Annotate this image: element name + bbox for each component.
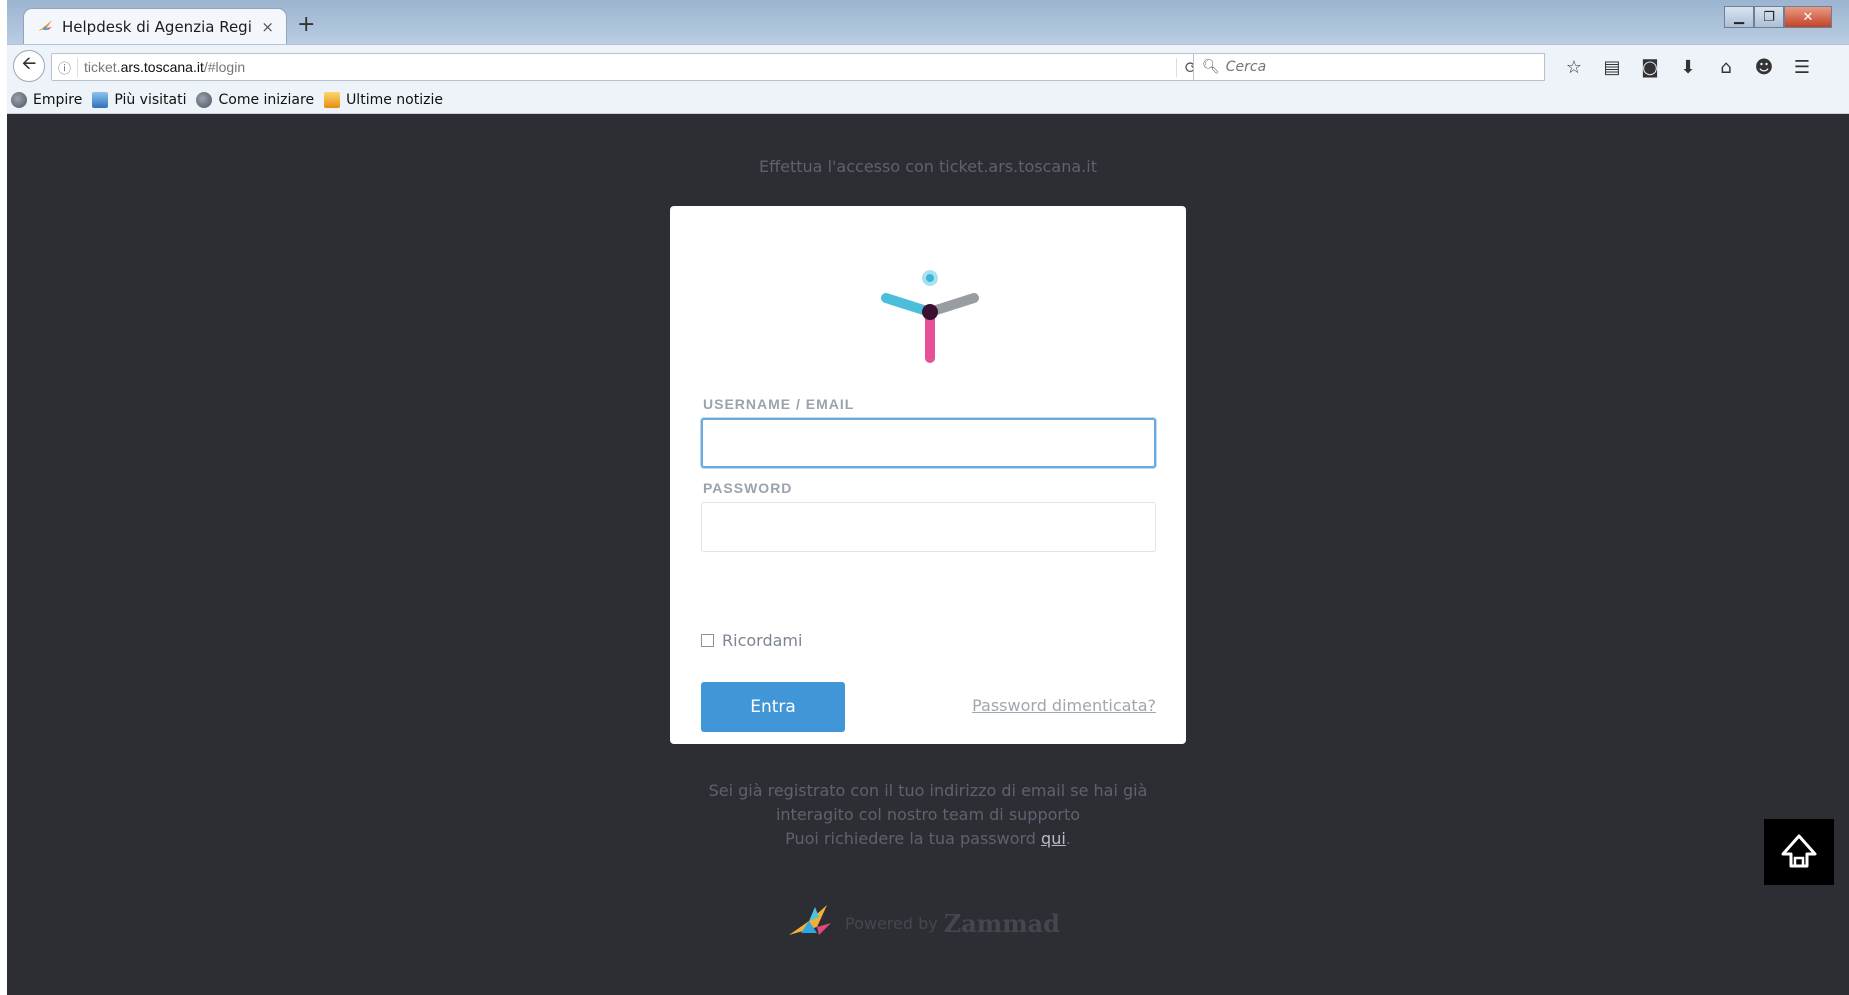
search-icon: 🔍︎: [1202, 59, 1220, 75]
url-path: /#login: [203, 59, 246, 75]
home-icon[interactable]: ⌂: [1707, 53, 1745, 81]
toolbar-icons: ☆ ▤ ◙ ⬇ ⌂ ☻ ☰: [1555, 53, 1821, 81]
checkbox-icon: [701, 634, 714, 647]
close-window-icon[interactable]: ✕: [1784, 6, 1832, 28]
search-input[interactable]: [1225, 59, 1526, 75]
browser-tab[interactable]: Helpdesk di Agenzia Regi... ×: [23, 8, 287, 44]
zammad-bird-icon: [38, 19, 52, 31]
help-line-3-suffix: .: [1065, 829, 1071, 848]
bookmark-label: Empire: [33, 91, 83, 108]
back-button[interactable]: 🡨: [13, 50, 45, 82]
restore-icon[interactable]: ❐: [1754, 6, 1784, 28]
forgot-password-link[interactable]: Password dimenticata?: [972, 696, 1156, 715]
scroll-top-button[interactable]: [1764, 819, 1834, 885]
password-field[interactable]: [701, 502, 1156, 552]
bookmark-label: Più visitati: [114, 91, 187, 108]
bookmark-piu-visitati[interactable]: Più visitati: [92, 91, 187, 108]
help-text: Sei già registrato con il tuo indirizzo …: [7, 779, 1849, 851]
page-content: Effettua l'accesso con ticket.ars.toscan…: [7, 115, 1849, 995]
tab-title: Helpdesk di Agenzia Regi...: [62, 17, 254, 36]
zammad-brand: Zammad: [943, 908, 1060, 938]
bookmark-label: Come iniziare: [218, 91, 315, 108]
upload-arrow-icon: [1781, 834, 1817, 868]
arrow-left-icon: 🡨: [21, 53, 37, 74]
help-line-3: Puoi richiedere la tua password qui.: [7, 827, 1849, 851]
browser-window: Helpdesk di Agenzia Regi... × + ▁ ❐ ✕ 🡨 …: [7, 0, 1849, 995]
title-bar: Helpdesk di Agenzia Regi... × + ▁ ❐ ✕: [7, 0, 1849, 44]
request-password-link[interactable]: qui: [1041, 829, 1066, 848]
globe-icon: [11, 91, 27, 108]
rss-icon: [324, 91, 341, 108]
bookmark-folder-icon: [92, 91, 109, 108]
chat-icon[interactable]: ☻: [1745, 53, 1783, 81]
address-bar[interactable]: ⓘ ticket.ars.toscana.it/#login ⟳: [51, 53, 1207, 81]
window-controls: ▁ ❐ ✕: [1724, 6, 1832, 30]
login-card: USERNAME / EMAIL PASSWORD Ricordami Entr…: [670, 206, 1186, 744]
info-icon[interactable]: ⓘ: [52, 57, 78, 77]
url-text[interactable]: ticket.ars.toscana.it/#login: [78, 59, 1176, 75]
pocket-icon[interactable]: ◙: [1631, 53, 1669, 81]
globe-icon: [196, 91, 213, 108]
powered-by-text: Powered by: [845, 913, 938, 933]
download-icon[interactable]: ⬇: [1669, 53, 1707, 81]
reading-list-icon[interactable]: ▤: [1593, 53, 1631, 81]
login-button[interactable]: Entra: [701, 682, 845, 732]
help-line-3-prefix: Puoi richiedere la tua password: [785, 829, 1042, 848]
star-icon[interactable]: ☆: [1555, 53, 1593, 81]
zammad-bird-icon: [789, 905, 831, 935]
username-field[interactable]: [701, 418, 1156, 468]
tab-close-icon[interactable]: ×: [261, 18, 274, 36]
menu-icon[interactable]: ☰: [1783, 53, 1821, 81]
bookmarks-toolbar: Empire Più visitati Come iniziare Ultime…: [7, 86, 1849, 114]
username-label: USERNAME / EMAIL: [703, 396, 855, 412]
search-bar[interactable]: 🔍︎: [1193, 53, 1545, 81]
login-intro: Effettua l'accesso con ticket.ars.toscan…: [759, 157, 1097, 176]
powered-by[interactable]: Powered by Zammad: [787, 901, 1060, 945]
remember-label: Ricordami: [722, 631, 803, 650]
password-label: PASSWORD: [703, 480, 793, 496]
zammad-logo-icon: [881, 270, 979, 363]
help-line-1: Sei già registrato con il tuo indirizzo …: [708, 781, 1148, 800]
new-tab-button[interactable]: +: [297, 12, 315, 37]
url-host-prefix: ticket.: [84, 59, 121, 75]
bookmark-label: Ultime notizie: [346, 91, 443, 108]
bookmark-empire[interactable]: Empire: [11, 91, 83, 108]
remember-me-checkbox[interactable]: Ricordami: [701, 631, 802, 650]
help-line-2: interagito col nostro team di supporto: [775, 805, 1081, 824]
url-host-main: ars.toscana.it: [120, 59, 204, 75]
minimize-icon[interactable]: ▁: [1724, 6, 1754, 28]
bookmark-ultime-notizie[interactable]: Ultime notizie: [324, 91, 443, 108]
navigation-toolbar: 🡨 ⓘ ticket.ars.toscana.it/#login ⟳ 🔍︎ ☆ …: [7, 44, 1849, 86]
bookmark-come-iniziare[interactable]: Come iniziare: [196, 91, 315, 108]
